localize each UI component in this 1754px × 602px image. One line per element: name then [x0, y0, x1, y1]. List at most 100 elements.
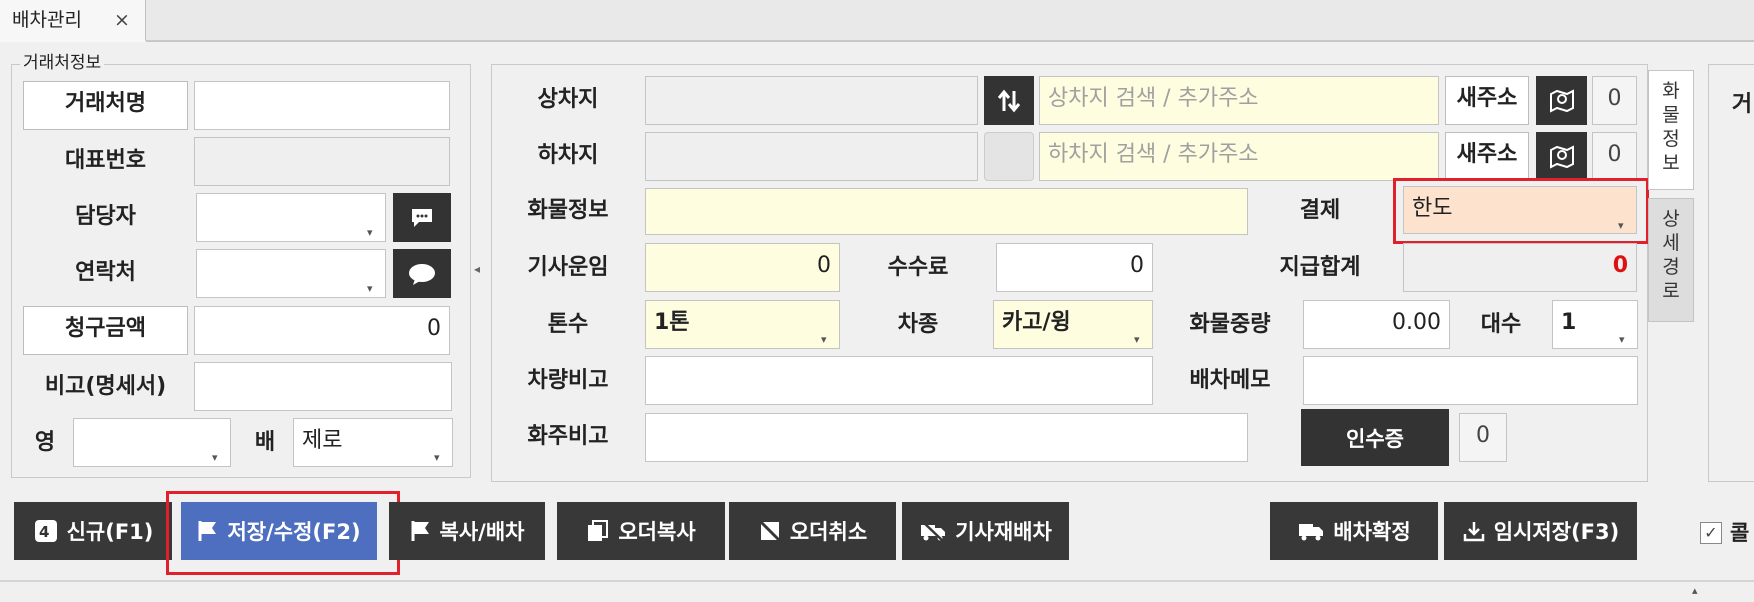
swap-button[interactable] [984, 76, 1034, 125]
client-info-legend: 거래처정보 [20, 53, 105, 73]
payout-total-label: 지급합계 [1279, 255, 1361, 280]
side-tab-detail-route-label: 상세경로 [1662, 208, 1680, 302]
dispatch-memo-input[interactable] [1303, 356, 1638, 405]
map-pin-icon [1549, 88, 1574, 113]
tab-close-icon[interactable]: × [114, 0, 130, 40]
loading-new-address-button[interactable]: 새주소 [1445, 76, 1529, 125]
scroll-up-icon[interactable]: ▴ [1692, 584, 1698, 597]
sales-label: 영 [34, 430, 56, 455]
talk-button[interactable] [393, 249, 451, 298]
side-tab-cargo-info[interactable]: 화물정보 [1648, 70, 1694, 190]
unloading-new-address-button[interactable]: 새주소 [1445, 132, 1529, 181]
loading-site-label: 상차지 [537, 87, 599, 112]
flag-icon [198, 521, 217, 541]
side-tab-detail-route[interactable]: 상세경로 [1648, 198, 1694, 322]
loading-search-placeholder: 상차지 검색 / 추가주소 [1048, 86, 1259, 111]
loading-site-field [645, 76, 978, 125]
right-checkbox-label: 콜 [1730, 521, 1750, 545]
receipt-button-label: 인수증 [1346, 426, 1404, 451]
fee-label: 수수료 [887, 255, 949, 280]
loading-search-input[interactable]: 상차지 검색 / 추가주소 [1039, 76, 1439, 125]
unloading-search-input[interactable]: 하차지 검색 / 추가주소 [1039, 132, 1439, 181]
bottom-divider [0, 580, 1754, 582]
map-pin-icon [1549, 144, 1574, 169]
billing-amount-input[interactable]: 0 [194, 306, 450, 355]
contact-label: 연락처 [75, 260, 136, 285]
dispatch-person-value: 제로 [302, 428, 343, 453]
vehicle-remark-input[interactable] [645, 356, 1153, 405]
cargo-weight-input[interactable]: 0.00 [1303, 300, 1450, 349]
collapse-left-icon[interactable]: ◂ [474, 262, 480, 276]
right-panel-label: 거 [1731, 92, 1753, 117]
remark-statement-label: 비고(명세서) [44, 374, 167, 399]
order-copy-button[interactable]: 오더복사 [557, 502, 725, 560]
order-cancel-button[interactable]: 오더취소 [729, 502, 896, 560]
tab-bar [0, 0, 1754, 42]
dispatch-person-label: 배 [254, 430, 276, 455]
new-document-icon: 4 [34, 520, 57, 542]
tab-label: 배차관리 [12, 9, 82, 31]
unloading-site-field [645, 132, 978, 181]
contact-select[interactable]: ▾ [196, 249, 386, 298]
message-button[interactable] [393, 193, 451, 242]
driver-redispatch-button-label: 기사재배차 [955, 520, 1052, 544]
save-button-label: 저장/수정(F2) [227, 520, 361, 544]
shipper-remark-label: 화주비고 [527, 424, 609, 449]
payment-value: 한도 [1412, 196, 1453, 221]
right-checkbox[interactable]: ✓ [1700, 522, 1722, 544]
unloading-swap-placeholder [984, 132, 1034, 181]
payment-select[interactable]: 한도 ▾ [1403, 186, 1637, 234]
cargo-info-label: 화물정보 [527, 198, 609, 223]
driver-redispatch-button[interactable]: 기사재배차 [902, 502, 1069, 560]
svg-text:4: 4 [39, 523, 49, 541]
swap-arrows-icon [997, 89, 1021, 112]
rep-number-field [194, 137, 450, 186]
tonnage-select[interactable]: 1톤 ▾ [645, 300, 840, 349]
driver-fare-label: 기사운임 [527, 255, 609, 280]
truck-slash-icon [921, 520, 946, 543]
loading-count: 0 [1592, 76, 1637, 125]
new-button-label: 신규(F1) [66, 520, 154, 544]
new-button[interactable]: 4 신규(F1) [14, 502, 172, 560]
payment-label: 결제 [1299, 198, 1341, 223]
receipt-count: 0 [1459, 413, 1507, 462]
rep-number-label: 대표번호 [65, 148, 146, 173]
unloading-search-placeholder: 하차지 검색 / 추가주소 [1048, 142, 1259, 167]
save-button[interactable]: 저장/수정(F2) [181, 502, 377, 560]
dispatch-person-select[interactable]: 제로 ▾ [293, 418, 453, 467]
talk-icon [409, 263, 435, 285]
shipper-remark-input[interactable] [645, 413, 1248, 462]
billing-amount-button[interactable]: 청구금액 [23, 306, 188, 355]
units-label: 대수 [1480, 312, 1522, 337]
payout-total-value: 0 [1612, 253, 1628, 278]
temp-save-button[interactable]: 임시저장(F3) [1444, 502, 1637, 560]
confirm-dispatch-button-label: 배차확정 [1333, 520, 1411, 544]
payout-total-field: 0 [1403, 243, 1637, 292]
fee-input[interactable]: 0 [996, 243, 1153, 292]
client-name-button[interactable]: 거래처명 [23, 81, 188, 130]
vehicle-type-label: 차종 [897, 312, 939, 337]
units-value: 1 [1561, 310, 1577, 335]
vehicle-type-select[interactable]: 카고/윙 ▾ [993, 300, 1153, 349]
sales-select[interactable]: ▾ [73, 418, 231, 467]
cargo-info-input[interactable] [645, 188, 1248, 235]
copy-dispatch-button[interactable]: 복사/배차 [389, 502, 545, 560]
loading-map-button[interactable] [1536, 76, 1587, 125]
unloading-site-label: 하차지 [537, 143, 599, 168]
manager-select[interactable]: ▾ [196, 193, 386, 242]
remark-statement-input[interactable] [194, 362, 452, 411]
unloading-count: 0 [1592, 132, 1637, 181]
chevron-down-icon: ▾ [1618, 219, 1624, 232]
confirm-dispatch-button[interactable]: 배차확정 [1270, 502, 1438, 560]
flag-icon [411, 521, 429, 541]
units-select[interactable]: 1 ▾ [1552, 300, 1638, 349]
unloading-map-button[interactable] [1536, 132, 1587, 181]
truck-icon [1299, 524, 1324, 541]
driver-fare-input[interactable]: 0 [645, 243, 840, 292]
cancel-document-icon [759, 520, 780, 542]
client-name-input[interactable] [194, 81, 450, 130]
dispatch-memo-label: 배차메모 [1189, 368, 1271, 393]
chevron-down-icon: ▾ [212, 451, 218, 464]
receipt-button[interactable]: 인수증 [1301, 409, 1449, 466]
chevron-down-icon: ▾ [367, 282, 373, 295]
